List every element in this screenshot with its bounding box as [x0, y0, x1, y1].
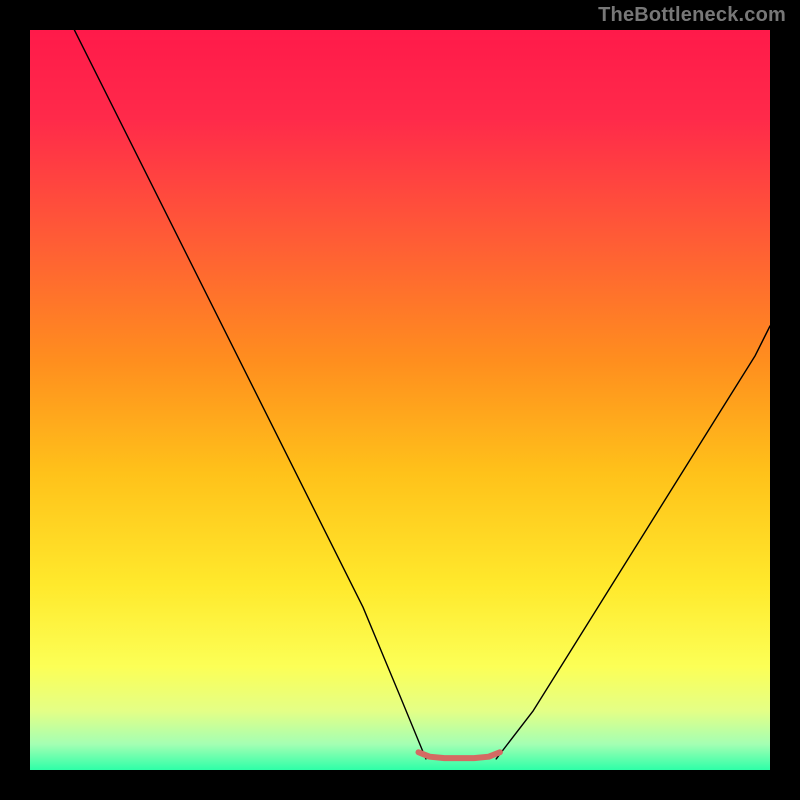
chart-plot	[30, 30, 770, 770]
watermark-text: TheBottleneck.com	[598, 4, 786, 27]
chart-stage: TheBottleneck.com	[0, 0, 800, 800]
chart-svg	[30, 30, 770, 770]
chart-background	[30, 30, 770, 770]
